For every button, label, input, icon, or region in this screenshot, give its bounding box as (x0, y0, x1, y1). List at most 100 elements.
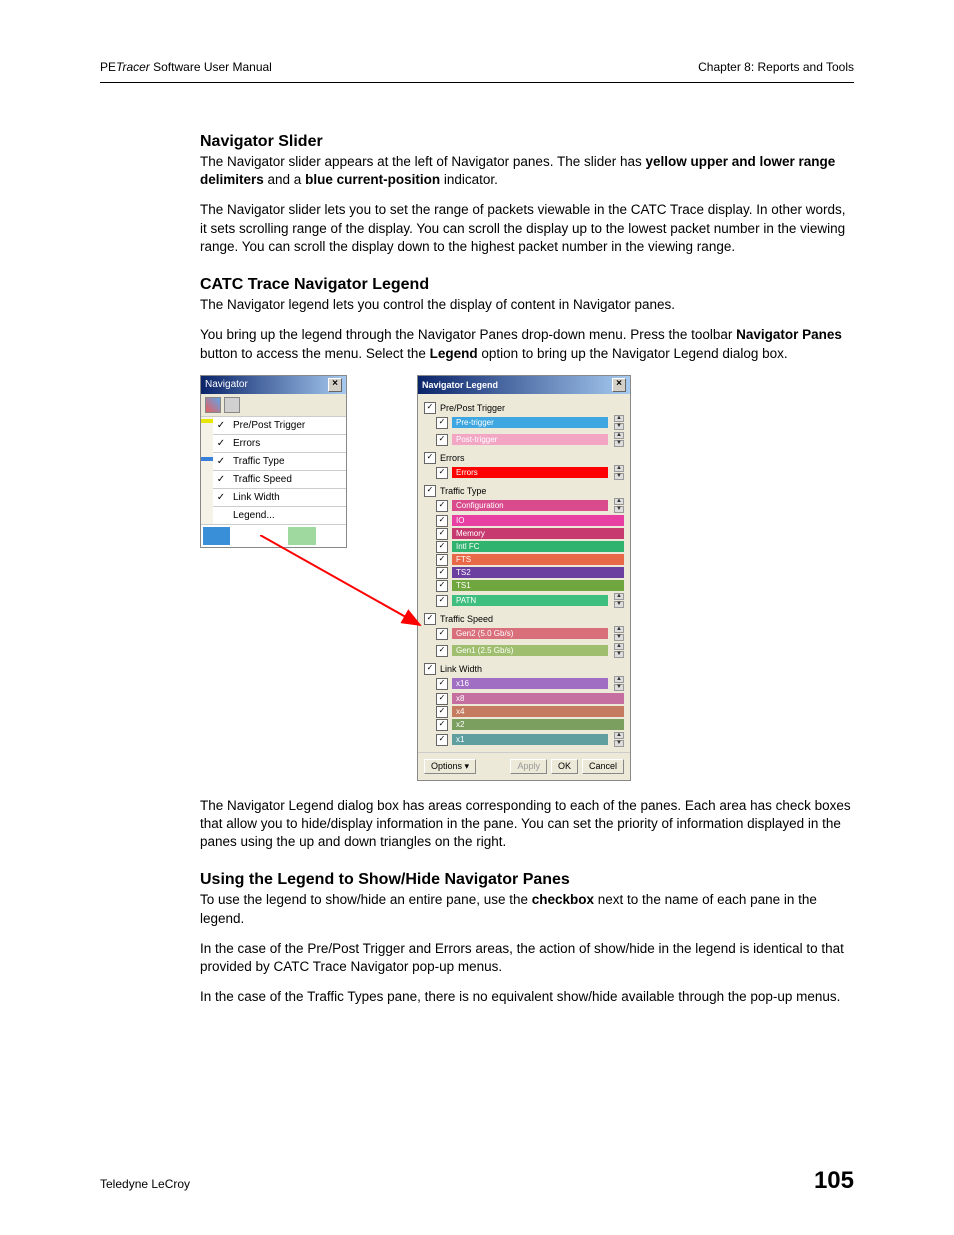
legend-row: ✓ FTS (436, 554, 624, 566)
legend-row: ✓x8 (436, 693, 624, 705)
check-icon: ✓ (215, 492, 227, 503)
checkbox-icon[interactable]: ✓ (424, 452, 436, 464)
checkbox-icon[interactable]: ✓ (436, 528, 448, 540)
checkbox-icon[interactable]: ✓ (436, 434, 448, 446)
para: The Navigator legend lets you control th… (200, 296, 854, 314)
menu-label: Pre/Post Trigger (233, 420, 305, 431)
checkbox-icon[interactable]: ✓ (424, 613, 436, 625)
options-button[interactable]: Options ▾ (424, 759, 476, 774)
color-swatch: IO (452, 515, 624, 526)
heading-using-legend: Using the Legend to Show/Hide Navigator … (200, 871, 854, 889)
ok-button[interactable]: OK (551, 759, 578, 774)
header-left: PETracer Software User Manual (100, 60, 272, 74)
menu-item[interactable]: Legend... (213, 507, 346, 524)
checkbox-icon[interactable]: ✓ (436, 595, 448, 607)
para: The Navigator Legend dialog box has area… (200, 797, 854, 852)
check-icon: ✓ (215, 438, 227, 449)
navigator-slider[interactable] (201, 417, 213, 524)
heading-catc-legend: CATC Trace Navigator Legend (200, 276, 854, 294)
checkbox-icon[interactable]: ✓ (436, 734, 448, 746)
legend-row: ✓x2 (436, 719, 624, 731)
legend-dialog: Navigator Legend × ✓Pre/Post Trigger✓Pre… (417, 375, 631, 781)
menu-label: Legend... (233, 510, 275, 521)
para: In the case of the Pre/Post Trigger and … (200, 940, 854, 976)
legend-row: ✓ x4 (436, 706, 624, 718)
checkbox-icon[interactable]: ✓ (436, 554, 448, 566)
updown-icon[interactable]: ▲▼ (614, 465, 624, 481)
para: You bring up the legend through the Navi… (200, 326, 854, 362)
checkbox-icon[interactable]: ✓ (436, 645, 448, 657)
updown-icon[interactable]: ▲▼ (614, 676, 624, 692)
color-swatch: FTS (452, 554, 624, 565)
legend-title: Navigator Legend (422, 380, 498, 390)
menu-label: Traffic Speed (233, 474, 292, 485)
checkbox-icon[interactable]: ✓ (424, 402, 436, 414)
para: To use the legend to show/hide an entire… (200, 891, 854, 927)
navigator-footer-swatches (201, 524, 346, 547)
checkbox-icon[interactable]: ✓ (436, 678, 448, 690)
cancel-button[interactable]: Cancel (582, 759, 624, 774)
group-name: Traffic Type (440, 486, 486, 496)
para: The Navigator slider lets you to set the… (200, 201, 854, 256)
checkbox-icon[interactable]: ✓ (436, 580, 448, 592)
legend-row: ✓ x16 ▲▼ (436, 676, 624, 692)
menu-label: Traffic Type (233, 456, 285, 467)
group-name: Pre/Post Trigger (440, 403, 505, 413)
legend-row: ✓TS1 (436, 580, 624, 592)
toolbar-icon[interactable] (205, 397, 221, 413)
color-swatch: Memory (452, 528, 624, 539)
close-icon[interactable]: × (328, 378, 342, 392)
legend-row: ✓PATN▲▼ (436, 593, 624, 609)
color-swatch: Configuration (452, 500, 608, 511)
legend-group-head: ✓ Pre/Post Trigger (424, 402, 624, 414)
color-swatch: x16 (452, 678, 608, 689)
updown-icon[interactable]: ▲▼ (614, 593, 624, 609)
legend-row: ✓TS2 (436, 567, 624, 579)
checkbox-icon[interactable]: ✓ (436, 719, 448, 731)
legend-row: ✓Gen1 (2.5 Gb/s)▲▼ (436, 643, 624, 659)
page-number: 105 (814, 1167, 854, 1195)
close-icon[interactable]: × (612, 378, 626, 392)
menu-item[interactable]: ✓ Link Width (213, 489, 346, 507)
arrow-icon (260, 535, 440, 655)
color-swatch: Intl FC (452, 541, 624, 552)
menu-item[interactable]: ✓Errors (213, 435, 346, 453)
checkbox-icon[interactable]: ✓ (436, 467, 448, 479)
checkbox-icon[interactable]: ✓ (436, 628, 448, 640)
group-name: Traffic Speed (440, 614, 493, 624)
footer-company: Teledyne LeCroy (100, 1177, 190, 1191)
check-icon: ✓ (215, 474, 227, 485)
legend-group-head: ✓ Traffic Type (424, 485, 624, 497)
header-right: Chapter 8: Reports and Tools (698, 60, 854, 74)
checkbox-icon[interactable]: ✓ (424, 485, 436, 497)
checkbox-icon[interactable]: ✓ (436, 567, 448, 579)
toolbar-icon[interactable] (224, 397, 240, 413)
checkbox-icon[interactable]: ✓ (436, 515, 448, 527)
updown-icon[interactable]: ▲▼ (614, 498, 624, 514)
legend-row: ✓ Configuration ▲▼ (436, 498, 624, 514)
updown-icon[interactable]: ▲▼ (614, 415, 624, 431)
updown-icon[interactable]: ▲▼ (614, 643, 624, 659)
para: The Navigator slider appears at the left… (200, 153, 854, 189)
updown-icon[interactable]: ▲▼ (614, 626, 624, 642)
header-rule (100, 82, 854, 83)
updown-icon[interactable]: ▲▼ (614, 432, 624, 448)
menu-label: Link Width (233, 492, 280, 503)
legend-row: ✓ Errors ▲▼ (436, 465, 624, 481)
checkbox-icon[interactable]: ✓ (436, 693, 448, 705)
menu-item[interactable]: ✓Pre/Post Trigger (213, 417, 346, 435)
checkbox-icon[interactable]: ✓ (436, 417, 448, 429)
menu-item[interactable]: ✓ Traffic Speed (213, 471, 346, 489)
color-swatch: Errors (452, 467, 608, 478)
menu-item[interactable]: ✓Traffic Type (213, 453, 346, 471)
checkbox-icon[interactable]: ✓ (436, 706, 448, 718)
checkbox-icon[interactable]: ✓ (436, 541, 448, 553)
legend-row: ✓Gen2 (5.0 Gb/s)▲▼ (436, 626, 624, 642)
updown-icon[interactable]: ▲▼ (614, 732, 624, 748)
screenshot-row: Navigator × ✓Pre/Post Trigger✓Errors✓Tra… (200, 375, 854, 781)
color-swatch: x4 (452, 706, 624, 717)
apply-button[interactable]: Apply (510, 759, 547, 774)
legend-group-head: ✓ Traffic Speed (424, 613, 624, 625)
checkbox-icon[interactable]: ✓ (436, 500, 448, 512)
checkbox-icon[interactable]: ✓ (424, 663, 436, 675)
